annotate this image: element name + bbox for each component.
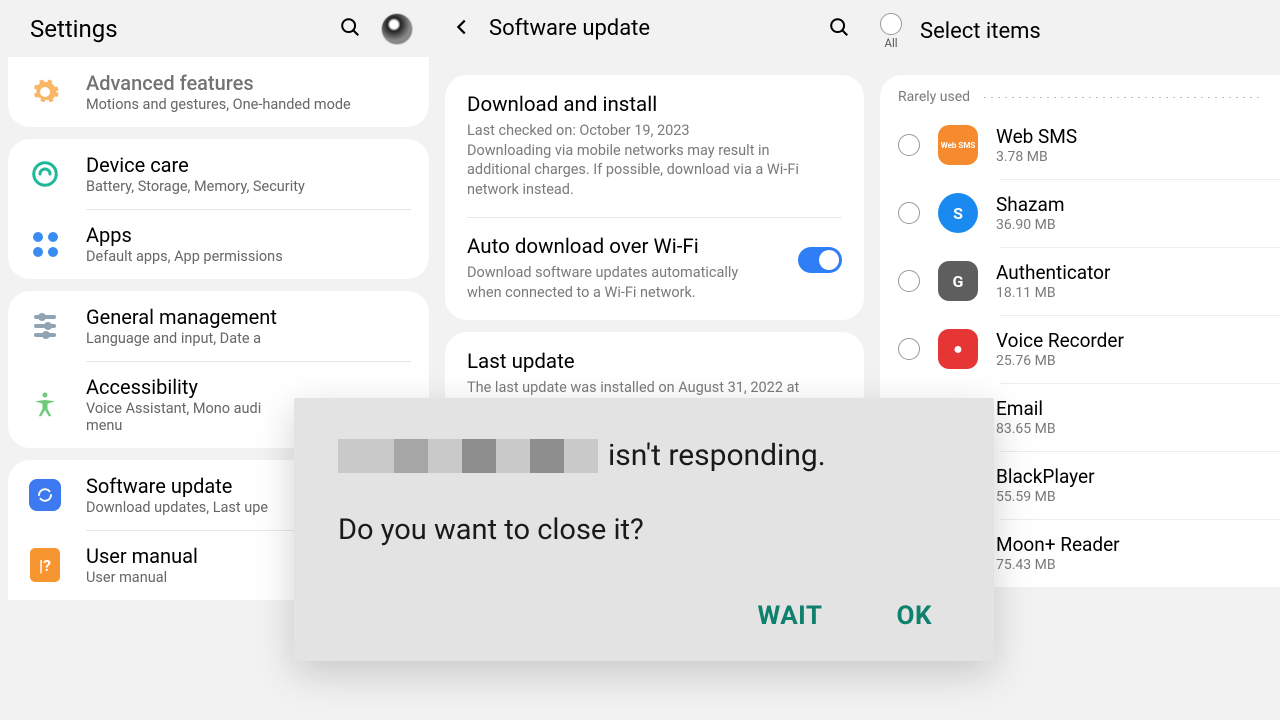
app-name: Web SMS <box>996 125 1262 148</box>
select-checkbox[interactable] <box>898 270 920 292</box>
row-sub: Battery, Storage, Memory, Security <box>86 178 411 195</box>
row-sub: Motions and gestures, One-handed mode <box>86 96 411 113</box>
app-name: Moon+ Reader <box>996 533 1262 556</box>
row-title: Device care <box>86 153 411 177</box>
row-apps[interactable]: Apps Default apps, App permissions <box>8 209 429 279</box>
manual-icon: |? <box>26 546 64 584</box>
app-name: Authenticator <box>996 261 1262 284</box>
settings-title: Settings <box>30 15 118 43</box>
app-name: BlackPlayer <box>996 465 1262 488</box>
sliders-icon <box>26 307 64 345</box>
apps-icon <box>26 225 64 263</box>
row-sub: Default apps, App permissions <box>86 248 411 265</box>
divider <box>984 97 1262 98</box>
app-size: 83.65 MB <box>996 421 1262 437</box>
row-sub: Last checked on: October 19, 2023 Downlo… <box>467 121 807 199</box>
wait-button[interactable]: WAIT <box>758 601 823 631</box>
row-advanced-features[interactable]: Advanced features Motions and gestures, … <box>8 57 429 127</box>
app-size: 3.78 MB <box>996 149 1262 165</box>
row-sub: The last update was installed on August … <box>467 378 807 398</box>
app-size: 55.59 MB <box>996 489 1262 505</box>
back-icon[interactable] <box>451 16 473 42</box>
row-general-management[interactable]: General management Language and input, D… <box>8 291 429 361</box>
app-name: Voice Recorder <box>996 329 1262 352</box>
row-title: General management <box>86 305 411 329</box>
select-checkbox[interactable] <box>898 134 920 156</box>
page-title: Select items <box>920 19 1041 44</box>
app-row[interactable]: Web SMSWeb SMS3.78 MB <box>880 111 1280 179</box>
redacted-app-name <box>338 439 598 473</box>
select-checkbox[interactable] <box>898 338 920 360</box>
app-size: 36.90 MB <box>996 217 1262 233</box>
select-all[interactable]: All <box>880 13 902 50</box>
app-icon: G <box>938 261 978 301</box>
section-label: Rarely used <box>898 89 970 105</box>
row-title: Advanced features <box>86 71 411 95</box>
app-size: 18.11 MB <box>996 285 1262 301</box>
row-title: Accessibility <box>86 375 411 399</box>
accessibility-icon <box>26 386 64 424</box>
cog-icon <box>26 73 64 111</box>
app-size: 75.43 MB <box>996 557 1262 573</box>
select-checkbox[interactable] <box>898 202 920 224</box>
row-title: Auto download over Wi-Fi <box>467 235 798 259</box>
search-icon[interactable] <box>339 16 361 42</box>
row-download-install[interactable]: Download and install Last checked on: Oc… <box>445 75 864 217</box>
row-title: Last update <box>467 350 842 374</box>
ok-button[interactable]: OK <box>897 601 932 631</box>
app-size: 25.76 MB <box>996 353 1262 369</box>
row-auto-download[interactable]: Auto download over Wi-Fi Download softwa… <box>445 217 864 320</box>
select-all-label: All <box>884 36 897 50</box>
app-name: Email <box>996 397 1262 420</box>
app-row[interactable]: S Shazam36.90 MB <box>880 179 1280 247</box>
app-icon: ● <box>938 329 978 369</box>
avatar[interactable] <box>381 13 413 45</box>
row-sub: Language and input, Date a <box>86 330 411 347</box>
dialog-suffix: isn't responding. <box>608 438 826 473</box>
update-icon <box>26 476 64 514</box>
anr-dialog: isn't responding. Do you want to close i… <box>294 398 994 661</box>
auto-download-toggle[interactable] <box>798 247 842 273</box>
page-title: Software update <box>489 16 812 41</box>
row-sub: Download software updates automatically … <box>467 263 757 302</box>
app-icon: S <box>938 193 978 233</box>
app-row[interactable]: G Authenticator18.11 MB <box>880 247 1280 315</box>
row-title: Apps <box>86 223 411 247</box>
device-care-icon <box>26 155 64 193</box>
app-icon: Web SMS <box>938 125 978 165</box>
app-row[interactable]: ● Voice Recorder25.76 MB <box>880 315 1280 383</box>
row-device-care[interactable]: Device care Battery, Storage, Memory, Se… <box>8 139 429 209</box>
search-icon[interactable] <box>828 16 850 42</box>
row-title: Download and install <box>467 93 842 117</box>
dialog-question: Do you want to close it? <box>338 513 950 547</box>
app-name: Shazam <box>996 193 1262 216</box>
